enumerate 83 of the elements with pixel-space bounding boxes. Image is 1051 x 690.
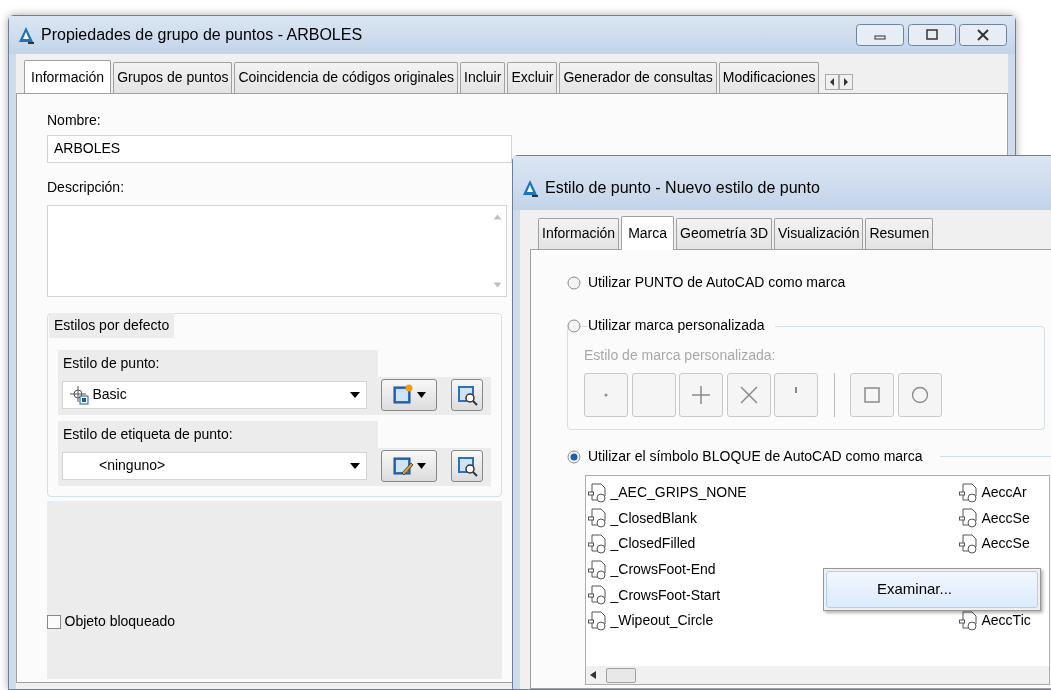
list-item[interactable]: _ClosedFilled — [610, 533, 696, 555]
plus-icon — [691, 385, 711, 405]
cross-icon — [738, 385, 759, 405]
tab[interactable]: Generador de consultas — [559, 62, 717, 93]
app-logo-icon — [521, 179, 539, 197]
app-logo-icon — [17, 26, 35, 44]
caret-icon — [417, 462, 427, 469]
tab[interactable]: Resumen — [865, 218, 934, 249]
scroll-left-icon[interactable] — [590, 671, 596, 679]
block-icon — [959, 508, 978, 529]
scrollbar-thumb[interactable] — [606, 667, 636, 683]
magnifier-icon — [456, 383, 478, 406]
list-item[interactable]: _Wipeout_Circle — [610, 610, 714, 632]
new-style-icon — [391, 383, 414, 406]
preview-button[interactable] — [451, 378, 483, 411]
new-style-button[interactable] — [381, 378, 437, 411]
menu-item[interactable]: Examinar... — [826, 571, 1038, 608]
caret-icon — [417, 391, 427, 398]
square-icon — [862, 385, 882, 405]
name-field[interactable]: ARBOLES — [47, 134, 512, 163]
edit-style-icon — [391, 454, 414, 477]
minimize-icon[interactable] — [856, 24, 904, 46]
window-title: Propiedades de grupo de puntos - ARBOLES — [41, 25, 364, 45]
group-title: Estilos por defecto — [49, 312, 175, 338]
block-icon — [588, 559, 607, 580]
style-dropdown[interactable]: <ninguno> — [62, 451, 367, 480]
dropdown-value: Basic — [92, 385, 127, 404]
tab[interactable]: Información — [538, 218, 620, 249]
block-icon — [959, 482, 978, 503]
tab[interactable]: Incluir — [460, 62, 506, 93]
list-item[interactable]: _CrowsFoot-End — [610, 559, 716, 581]
magnifier-icon — [456, 454, 478, 477]
list-item[interactable]: AeccSe — [981, 507, 1030, 529]
preview-button[interactable] — [451, 449, 483, 482]
block-icon — [588, 585, 607, 606]
tab[interactable]: Visualización — [774, 218, 864, 249]
edit-style-button[interactable] — [381, 449, 437, 482]
block-icon — [588, 508, 607, 529]
field-label: Descripción: — [47, 177, 126, 197]
list-item[interactable]: _AEC_GRIPS_NONE — [610, 482, 747, 504]
list-item[interactable]: _ClosedBlank — [610, 507, 697, 529]
circle-icon — [909, 385, 930, 405]
tick-icon — [795, 387, 797, 393]
block-icon — [959, 534, 978, 554]
field-label: Estilo de punto: — [58, 349, 378, 377]
list-item[interactable]: AeccSe — [981, 533, 1030, 555]
close-icon[interactable] — [959, 24, 1007, 46]
list-item[interactable]: AeccAr — [981, 482, 1027, 504]
field-label: Estilo de etiqueta de punto: — [58, 420, 378, 448]
block-icon — [959, 610, 978, 631]
style-dropdown[interactable]: Basic — [62, 380, 367, 409]
field-label: Nombre: — [47, 111, 102, 130]
radio-button[interactable] — [567, 318, 581, 333]
block-icon — [588, 482, 607, 503]
window-title: Estilo de punto - Nuevo estilo de punto — [545, 178, 820, 198]
tab[interactable]: Información — [24, 60, 112, 93]
checkbox[interactable] — [47, 614, 61, 629]
tab[interactable]: Modificaciones — [718, 62, 820, 93]
tab[interactable]: Coincidencia de códigos originales — [234, 62, 459, 93]
point-style-icon — [69, 384, 89, 405]
description-field[interactable] — [47, 204, 507, 297]
tab[interactable]: Geometría 3D — [676, 218, 772, 249]
horizontal-scrollbar[interactable] — [586, 666, 1049, 684]
checkbox-label: Objeto bloqueado — [64, 612, 176, 631]
scroll-up-icon[interactable] — [493, 213, 502, 220]
tab[interactable]: Grupos de puntos — [113, 62, 233, 93]
tab[interactable]: Excluir — [507, 62, 558, 93]
scroll-right-icon[interactable] — [838, 73, 853, 90]
tab[interactable]: Marca — [621, 216, 675, 250]
scroll-down-icon[interactable] — [493, 281, 502, 288]
dropdown-value: <ninguno> — [99, 456, 166, 475]
list-item[interactable]: _CrowsFoot-Start — [610, 584, 721, 606]
block-icon — [588, 610, 607, 631]
radio-button[interactable] — [567, 449, 581, 464]
list-item[interactable]: AeccTic — [981, 610, 1031, 632]
dropdown-arrow-icon[interactable] — [350, 462, 360, 469]
block-icon — [588, 534, 607, 554]
radio-button[interactable] — [567, 275, 581, 290]
scroll-left-icon[interactable] — [824, 73, 839, 90]
dropdown-arrow-icon[interactable] — [350, 391, 360, 398]
dot-icon — [604, 393, 608, 397]
maximize-icon[interactable] — [907, 24, 956, 46]
group-label: Estilo de marca personalizada: — [584, 346, 777, 365]
